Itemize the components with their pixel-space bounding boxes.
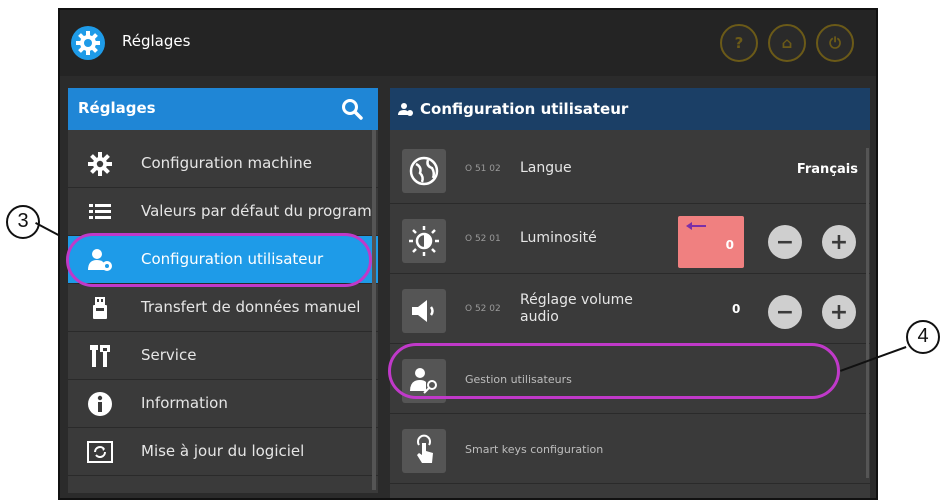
arrow-left-icon xyxy=(686,222,706,230)
touch-icon xyxy=(417,434,433,463)
minus-icon: − xyxy=(775,229,795,255)
setting-code: O 52 02 xyxy=(465,304,501,314)
settings-gear-icon xyxy=(71,26,105,60)
power-button[interactable]: ⏻ xyxy=(816,24,854,62)
brightness-icon-box xyxy=(402,219,446,263)
power-icon: ⏻ xyxy=(829,34,841,52)
menu-item-label: Configuration machine xyxy=(141,154,312,172)
menu-item-transfert-donnees[interactable]: Transfert de données manuel xyxy=(68,284,378,332)
settings-menu-title: Réglages xyxy=(78,99,156,117)
brightness-increase-button[interactable]: + xyxy=(822,225,856,259)
menu-item-label: Transfert de données manuel xyxy=(141,298,361,316)
menu-item-label: Valeurs par défaut du program xyxy=(141,202,372,220)
menu-item-configuration-machine[interactable]: Configuration machine xyxy=(68,140,378,188)
callout-4: 4 xyxy=(906,320,940,354)
setting-code: O 51 02 xyxy=(465,164,501,174)
home-button[interactable]: ⌂ xyxy=(768,24,806,62)
menu-item-valeurs-par-defaut[interactable]: Valeurs par défaut du program xyxy=(68,188,378,236)
volume-decrease-button[interactable]: − xyxy=(768,295,802,329)
title-bar: Réglages ? ⌂ ⏻ xyxy=(60,10,876,76)
speaker-icon-box xyxy=(402,289,446,333)
setting-label: Langue xyxy=(520,160,572,176)
brightness-icon xyxy=(409,226,439,256)
setting-value: Français xyxy=(796,162,858,177)
settings-menu: Réglages Configuration machine Valeurs p… xyxy=(68,88,378,493)
help-button[interactable]: ? xyxy=(720,24,758,62)
brightness-decrease-button[interactable]: − xyxy=(768,225,802,259)
help-icon: ? xyxy=(734,34,744,52)
setting-row-volume[interactable]: O 52 02 Réglage volume audio 0 − + xyxy=(390,278,870,344)
setting-label: Smart keys configuration xyxy=(465,443,604,456)
callout-4-ring xyxy=(388,343,840,399)
menu-item-label: Mise à jour du logiciel xyxy=(141,442,305,460)
menu-item-information[interactable]: Information xyxy=(68,380,378,428)
info-icon xyxy=(88,392,112,416)
usb-icon xyxy=(93,297,107,319)
globe-icon xyxy=(409,156,439,186)
touch-icon-box xyxy=(402,429,446,473)
user-config-header: Configuration utilisateur xyxy=(390,88,870,130)
setting-row-smart-keys[interactable]: Smart keys configuration xyxy=(390,418,870,484)
menu-item-mise-a-jour[interactable]: Mise à jour du logiciel xyxy=(68,428,378,476)
globe-icon-box xyxy=(402,149,446,193)
menu-item-service[interactable]: Service xyxy=(68,332,378,380)
tools-icon xyxy=(90,345,110,367)
settings-menu-header: Réglages xyxy=(68,88,378,130)
refresh-icon xyxy=(87,441,113,463)
setting-code: O 52 01 xyxy=(465,234,501,244)
minus-icon: − xyxy=(775,299,795,325)
brightness-value-box[interactable]: 0 xyxy=(678,216,744,268)
user-config-title: Configuration utilisateur xyxy=(420,100,629,118)
speaker-icon xyxy=(412,300,434,322)
menu-item-label: Service xyxy=(141,346,197,364)
setting-row-langue[interactable]: O 51 02 Langue Français xyxy=(390,138,870,204)
app-title: Réglages xyxy=(122,32,191,50)
setting-value: 0 xyxy=(725,238,734,252)
setting-label: Réglage volume audio xyxy=(520,292,633,325)
plus-icon: + xyxy=(829,229,849,255)
gear-icon xyxy=(88,152,112,176)
left-scrollbar[interactable] xyxy=(372,130,376,490)
menu-item-label: Information xyxy=(141,394,228,412)
volume-increase-button[interactable]: + xyxy=(822,295,856,329)
callout-3-ring xyxy=(66,233,372,287)
list-icon xyxy=(89,204,111,219)
search-icon[interactable] xyxy=(340,97,364,121)
right-scrollbar[interactable] xyxy=(866,148,869,478)
plus-icon: + xyxy=(829,299,849,325)
user-settings-icon xyxy=(398,103,413,116)
setting-label: Luminosité xyxy=(520,230,597,246)
setting-value: 0 xyxy=(732,302,741,316)
setting-row-luminosite[interactable]: O 52 01 Luminosité 0 − + xyxy=(390,208,870,274)
user-config-panel: Configuration utilisateur O 51 02 Langue… xyxy=(390,88,870,498)
home-icon: ⌂ xyxy=(781,34,793,52)
